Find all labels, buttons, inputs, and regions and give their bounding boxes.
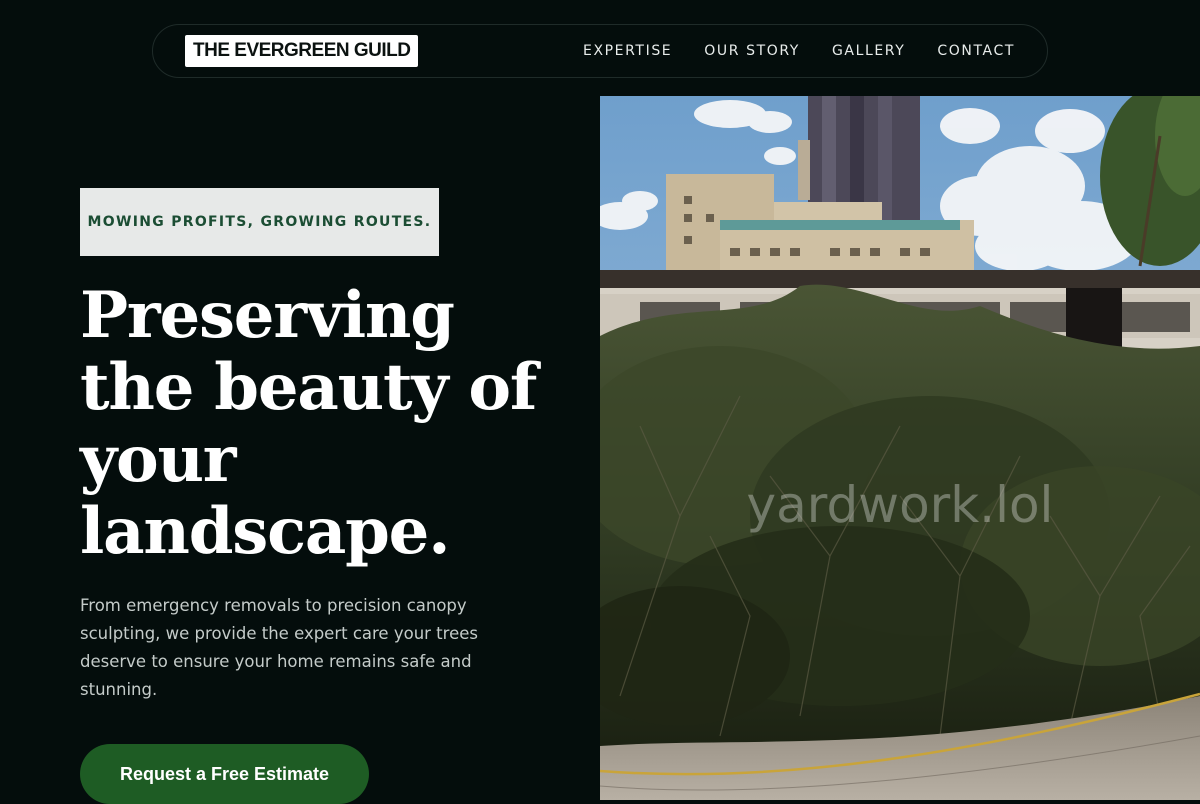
- nav-link-expertise[interactable]: EXPERTISE: [583, 43, 672, 59]
- nav-link-our-story[interactable]: OUR STORY: [704, 43, 800, 59]
- hero-image: yardwork.lol: [600, 96, 1200, 800]
- nav-link-contact[interactable]: CONTACT: [937, 43, 1015, 59]
- hero-description: From emergency removals to precision can…: [80, 596, 478, 699]
- navbar: THE EVERGREEN GUILD EXPERTISE OUR STORY …: [152, 24, 1048, 78]
- hero-title: Preserving the beauty of your landscape.: [80, 278, 537, 569]
- nav-links: EXPERTISE OUR STORY GALLERY CONTACT: [583, 25, 1015, 77]
- image-watermark: yardwork.lol: [747, 476, 1054, 534]
- logo[interactable]: THE EVERGREEN GUILD: [185, 35, 419, 67]
- nav-link-gallery[interactable]: GALLERY: [832, 43, 905, 59]
- tower-building: [798, 96, 920, 220]
- tagline-badge: MOWING PROFITS, GROWING ROUTES.: [80, 188, 439, 256]
- request-estimate-button[interactable]: Request a Free Estimate: [80, 744, 369, 804]
